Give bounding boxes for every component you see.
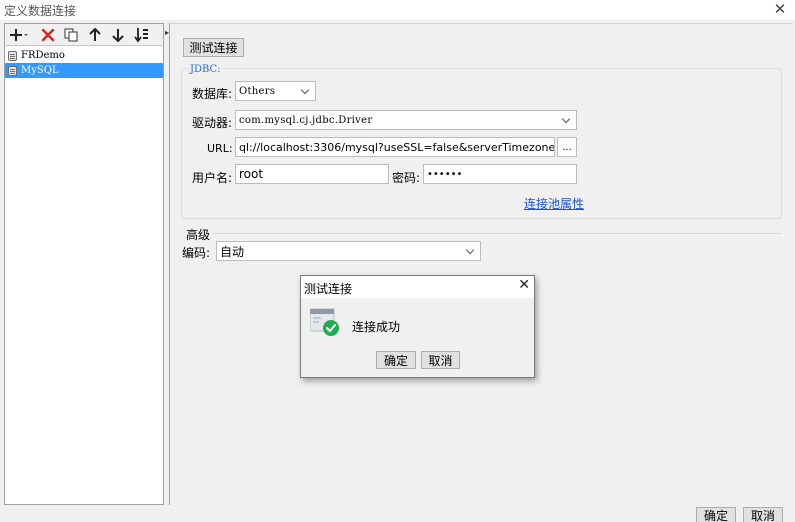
dialog-title-bar: 测试连接 ✕ xyxy=(301,276,534,298)
success-check-icon xyxy=(309,307,340,337)
connection-settings-pane: 测试连接 JDBC: 数据库: Others 驱动器: com.mysql.cj… xyxy=(169,23,792,505)
dialog-title: 测试连接 xyxy=(304,282,353,296)
url-browse-button[interactable]: ... xyxy=(557,137,577,157)
connection-item-label: MySQL xyxy=(21,65,59,76)
database-icon xyxy=(8,65,17,76)
username-value: root xyxy=(239,167,264,181)
test-connection-dialog: 测试连接 ✕ 连接成功 确定 取消 xyxy=(300,275,535,378)
dialog-message: 连接成功 xyxy=(352,320,401,334)
test-connection-button[interactable]: 测试连接 xyxy=(183,38,244,57)
dialog-cancel-button[interactable]: 取消 xyxy=(421,351,460,369)
sort-icon[interactable] xyxy=(132,26,152,44)
database-label: 数据库: xyxy=(192,87,233,101)
connection-list: FRDemo MySQL xyxy=(5,48,163,78)
password-input[interactable]: •••••• xyxy=(423,164,577,184)
arrow-down-icon[interactable] xyxy=(108,26,128,44)
dialog-ok-button[interactable]: 确定 xyxy=(376,351,416,369)
encoding-label: 编码: xyxy=(182,246,211,260)
advanced-section-title: 高级 xyxy=(186,228,211,242)
driver-label: 驱动器: xyxy=(192,116,233,130)
database-value: Others xyxy=(239,85,276,97)
password-label: 密码: xyxy=(392,171,421,185)
username-label: 用户名: xyxy=(192,171,233,185)
database-select[interactable]: Others xyxy=(235,81,316,101)
window-close-icon[interactable]: ✕ xyxy=(771,0,789,18)
advanced-divider xyxy=(212,233,782,234)
window-title-bar: 定义数据连接 ✕ xyxy=(0,0,795,20)
copy-icon[interactable] xyxy=(61,26,81,44)
connection-pool-link[interactable]: 连接池属性 xyxy=(524,195,584,212)
arrow-up-icon[interactable] xyxy=(85,26,105,44)
url-input[interactable]: ql://localhost:3306/mysql?useSSL=false&s… xyxy=(235,137,555,157)
username-input[interactable]: root xyxy=(235,164,389,184)
jdbc-group-title: JDBC: xyxy=(188,64,223,75)
driver-select[interactable]: com.mysql.cj.jdbc.Driver xyxy=(235,110,577,130)
url-value: ql://localhost:3306/mysql?useSSL=false&s… xyxy=(239,140,555,154)
database-icon xyxy=(8,50,17,61)
ok-button[interactable]: 确定 xyxy=(696,507,736,522)
connection-list-pane: FRDemo MySQL xyxy=(4,23,164,505)
driver-value: com.mysql.cj.jdbc.Driver xyxy=(239,114,373,126)
window-title: 定义数据连接 xyxy=(4,4,77,18)
url-label: URL: xyxy=(207,142,233,155)
chevron-down-icon[interactable] xyxy=(556,111,576,129)
cancel-button[interactable]: 取消 xyxy=(743,507,783,522)
connection-toolbar xyxy=(5,24,163,46)
dialog-close-icon[interactable]: ✕ xyxy=(518,277,530,293)
password-value: •••••• xyxy=(427,168,463,180)
delete-icon[interactable] xyxy=(38,26,58,44)
encoding-select[interactable]: 自动 xyxy=(216,241,481,261)
plus-icon[interactable] xyxy=(9,26,29,44)
encoding-value: 自动 xyxy=(220,244,245,259)
chevron-down-icon[interactable] xyxy=(460,242,480,260)
connection-item-frdemo[interactable]: FRDemo xyxy=(5,48,163,63)
chevron-down-icon[interactable] xyxy=(295,82,315,100)
footer-bar: 确定 取消 xyxy=(0,505,795,522)
connection-item-mysql[interactable]: MySQL xyxy=(5,63,163,78)
connection-item-label: FRDemo xyxy=(21,50,65,61)
